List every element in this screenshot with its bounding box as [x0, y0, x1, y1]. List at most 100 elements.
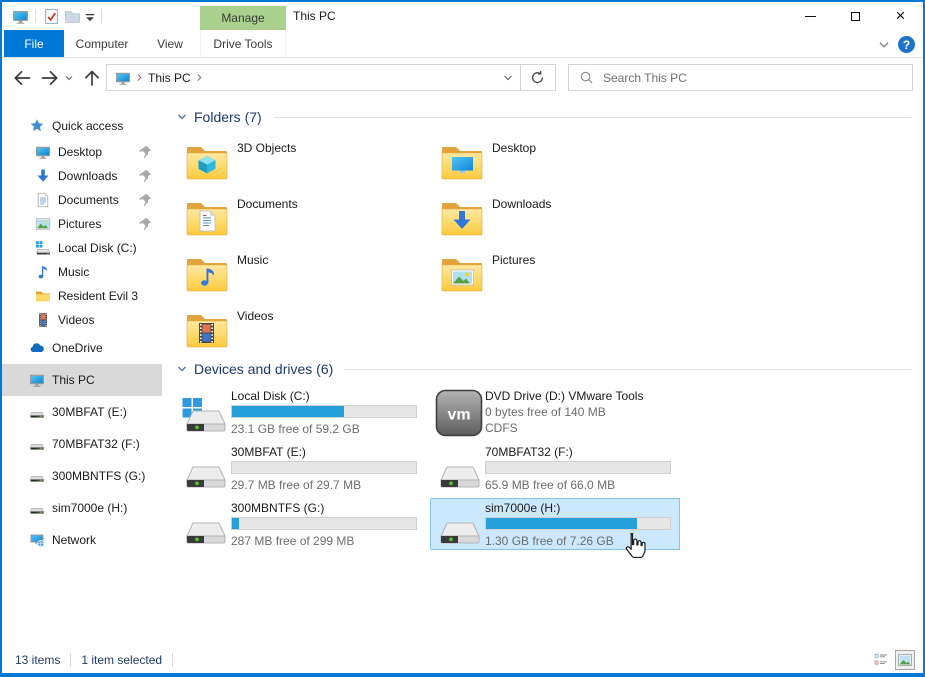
drive16-icon: [29, 468, 45, 484]
tab-drive-tools[interactable]: Drive Tools: [200, 30, 286, 57]
thispc-crumb-icon[interactable]: [115, 70, 131, 86]
folder-downloads-icon: [438, 193, 486, 241]
drive-tile-30mbfat-e[interactable]: 30MBFAT (E:) 29.7 MB free of 29.7 MB: [176, 442, 426, 494]
sidebar-item-70mbfat32-f[interactable]: 70MBFAT32 (F:): [2, 428, 162, 460]
document-icon: [35, 192, 51, 208]
refresh-button[interactable]: [520, 64, 556, 91]
group-header-drives[interactable]: Devices and drives (6): [176, 360, 911, 378]
folder-pictures-icon: [438, 249, 486, 297]
sidebar-item-label: Downloads: [58, 169, 118, 183]
capacity-bar: [231, 461, 417, 474]
drive-free-space-text: 1.30 GB free of 7.26 GB: [485, 534, 614, 548]
sidebar-item-300mbntfs-g[interactable]: 300MBNTFS (G:): [2, 460, 162, 492]
item-count: 13 items: [15, 653, 61, 667]
back-icon[interactable]: [10, 66, 34, 90]
folder-tile-desktop[interactable]: Desktop: [431, 134, 682, 186]
folder-tile-documents[interactable]: Documents: [176, 190, 427, 242]
group-collapse-icon[interactable]: [176, 363, 188, 375]
titlebar: Manage This PC ×: [2, 2, 923, 31]
drive-free-space-text: 65.9 MB free of 66.0 MB: [485, 478, 616, 492]
drive48-icon: [435, 507, 483, 555]
address-bar[interactable]: This PC: [106, 64, 521, 91]
sidebar-item-onedrive[interactable]: OneDrive: [2, 332, 162, 364]
breadcrumb-root[interactable]: This PC: [148, 71, 191, 85]
drive16-icon: [29, 500, 45, 516]
folder-label: Desktop: [492, 141, 537, 155]
recent-locations-chevron-icon[interactable]: [62, 66, 76, 90]
computer-icon[interactable]: [12, 8, 29, 25]
sidebar-item-pictures[interactable]: Pictures: [2, 212, 162, 236]
close-button[interactable]: ×: [878, 2, 923, 31]
sidebar-item-music[interactable]: Music: [2, 260, 162, 284]
sidebar-item-30mbfat-e[interactable]: 30MBFAT (E:): [2, 396, 162, 428]
sidebar-item-desktop[interactable]: Desktop: [2, 140, 162, 164]
details-view-button[interactable]: [871, 650, 891, 670]
folder-tile-pictures[interactable]: Pictures: [431, 246, 682, 298]
drive-tile-70mbfat32-f[interactable]: 70MBFAT32 (F:) 65.9 MB free of 66.0 MB: [430, 442, 680, 494]
group-title[interactable]: Folders (7): [194, 109, 262, 125]
up-icon[interactable]: [80, 66, 104, 90]
sidebar-item-videos[interactable]: Videos: [2, 308, 162, 332]
capacity-bar-fill: [486, 518, 637, 529]
thumbnail-view-button[interactable]: [895, 650, 915, 670]
drive-tile-dvd-drive-d-vmware-tools[interactable]: vm DVD Drive (D:) VMware Tools 0 bytes fre…: [430, 386, 680, 438]
status-separator: [70, 653, 72, 667]
folder-music-icon: [183, 249, 231, 297]
group-header-folders[interactable]: Folders (7): [176, 108, 911, 126]
ribbon-collapse-icon[interactable]: [877, 38, 891, 52]
drive-tile-sim7000e-h[interactable]: sim7000e (H:) 1.30 GB free of 7.26 GB: [430, 498, 680, 550]
address-dropdown-icon[interactable]: [502, 72, 514, 84]
vmware-icon: vm: [435, 389, 483, 437]
sidebar-item-this-pc[interactable]: This PC: [2, 364, 162, 396]
folder-label: Pictures: [492, 253, 536, 267]
group-title[interactable]: Devices and drives (6): [194, 361, 333, 377]
sidebar-item-local-disk-c[interactable]: Local Disk (C:): [2, 236, 162, 260]
sidebar-item-network[interactable]: Network: [2, 524, 162, 556]
drive-tile-local-disk-c[interactable]: Local Disk (C:) 23.1 GB free of 59.2 GB: [176, 386, 426, 438]
folder-tile-videos[interactable]: Videos: [176, 302, 427, 354]
search-input[interactable]: Search This PC: [568, 64, 913, 91]
drive-label: 300MBNTFS (G:): [231, 501, 325, 515]
music-icon: [35, 264, 51, 280]
folders-grid: 3D Objects Desktop Documents Downloads Music…: [176, 134, 911, 358]
drive-tile-300mbntfs-g[interactable]: 300MBNTFS (G:) 287 MB free of 299 MB: [176, 498, 426, 550]
folder-label: Videos: [237, 309, 274, 323]
maximize-button[interactable]: [833, 2, 878, 31]
help-icon[interactable]: ?: [898, 36, 915, 53]
folder-tile-music[interactable]: Music: [176, 246, 427, 298]
breadcrumb-chevron-icon[interactable]: [196, 73, 203, 82]
sidebar-item-label: 300MBNTFS (G:): [52, 469, 146, 483]
capacity-bar: [485, 461, 671, 474]
sidebar-item-label: Local Disk (C:): [58, 241, 137, 255]
folder-label: Documents: [237, 197, 298, 211]
tab-file[interactable]: File: [4, 30, 64, 57]
qat-dropdown-icon[interactable]: [84, 8, 96, 25]
sidebar-item-label: Quick access: [52, 119, 124, 133]
sidebar-item-quick-access[interactable]: Quick access: [2, 112, 162, 140]
group-collapse-icon[interactable]: [176, 111, 188, 123]
group-rule: [273, 116, 911, 118]
minimize-button[interactable]: [788, 2, 833, 31]
new-folder-icon[interactable]: [64, 8, 81, 25]
forward-icon[interactable]: [38, 66, 62, 90]
tab-computer[interactable]: Computer: [64, 30, 140, 57]
folder-label: 3D Objects: [237, 141, 297, 155]
sidebar-item-downloads[interactable]: Downloads: [2, 164, 162, 188]
folder-tile-3d-objects[interactable]: 3D Objects: [176, 134, 427, 186]
breadcrumb-chevron-icon[interactable]: [136, 73, 143, 82]
tab-view[interactable]: View: [140, 30, 200, 57]
pin-icon: [137, 216, 153, 232]
pin-icon: [137, 144, 153, 160]
sidebar-item-label: Videos: [58, 313, 95, 327]
sidebar-item-resident-evil-3[interactable]: Resident Evil 3: [2, 284, 162, 308]
capacity-bar: [485, 517, 671, 530]
disk-c-icon: [35, 240, 51, 256]
properties-check-icon[interactable]: [43, 8, 60, 25]
pictures-icon: [35, 216, 51, 232]
pin-icon: [137, 192, 153, 208]
thispc-icon: [29, 372, 45, 388]
folder-tile-downloads[interactable]: Downloads: [431, 190, 682, 242]
drive-label: sim7000e (H:): [485, 501, 561, 515]
sidebar-item-documents[interactable]: Documents: [2, 188, 162, 212]
sidebar-item-sim7000e-h[interactable]: sim7000e (H:): [2, 492, 162, 524]
